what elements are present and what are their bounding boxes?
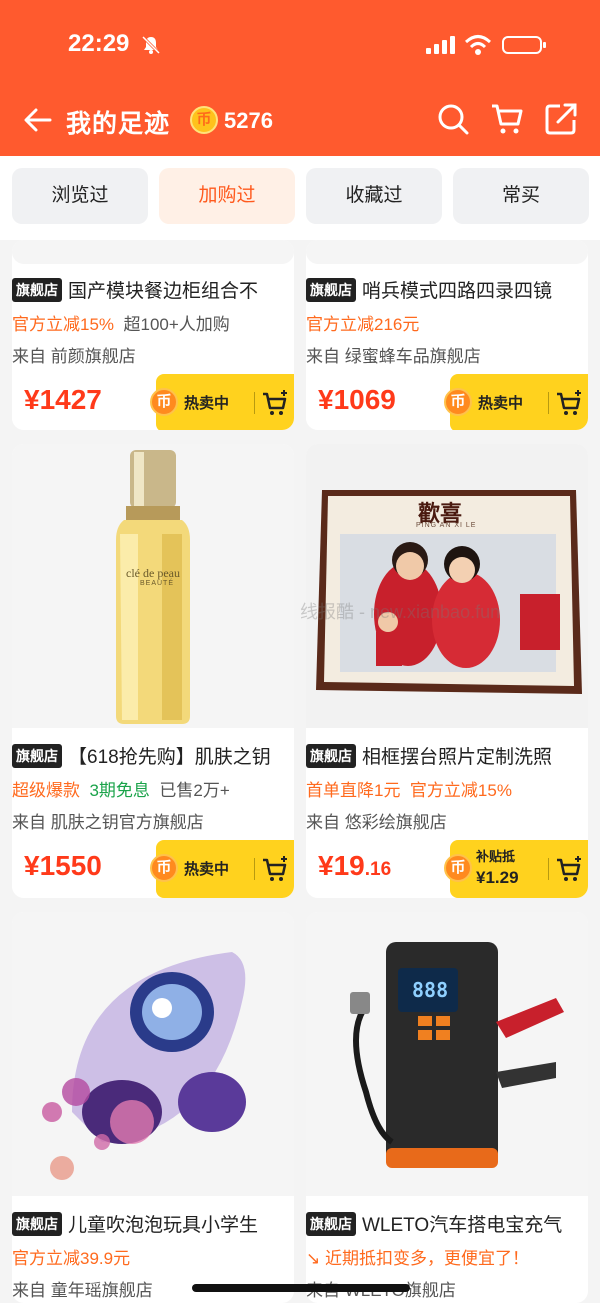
promo-line: 超级爆款 3期免息 已售2万+	[12, 781, 230, 800]
tab-favorited[interactable]: 收藏过	[306, 168, 442, 224]
header: 22:29 我的足迹 币 5276	[0, 0, 600, 156]
store-badge: 旗舰店	[306, 278, 356, 302]
brand-label: clé de peau	[126, 566, 180, 580]
store-name[interactable]: 来自 绿蜜蜂车品旗舰店	[306, 342, 481, 367]
store-badge: 旗舰店	[12, 278, 62, 302]
product-title: 旗舰店 相框摆台照片定制洗照	[306, 742, 588, 769]
price-bar: ¥19.16 币 补贴抵 ¥1.29	[306, 840, 588, 898]
tab-added-to-cart[interactable]: 加购过	[159, 168, 295, 224]
watermark: 线报酷 - new.xianbao.fun	[300, 602, 501, 622]
promo-line: 官方立减15% 超100+人加购	[12, 315, 230, 334]
search-icon[interactable]	[436, 102, 470, 136]
promo-line: 官方立减216元	[306, 315, 420, 334]
product-image	[12, 912, 294, 1196]
add-to-cart-icon[interactable]	[260, 388, 290, 418]
brand-sub-label: BEAUTÉ	[140, 580, 175, 587]
product-title: 旗舰店 儿童吹泡泡玩具小学生	[12, 1210, 294, 1237]
product-image	[12, 240, 294, 264]
frame-subtitle: PING AN XI LE	[416, 522, 477, 529]
lcd-display: 888	[412, 978, 449, 1002]
price-bar: ¥1069 币 热卖中	[306, 374, 588, 430]
subsidy-value: ¥1.29	[476, 868, 519, 887]
home-indicator[interactable]	[192, 1284, 410, 1292]
product-card[interactable]: 歡喜 PING AN XI LE 旗舰店 相框摆台照片定制洗照 首单直降1元 官方…	[306, 444, 588, 898]
signal-icon	[426, 36, 455, 54]
status-bar: 22:29	[0, 28, 600, 64]
promo-line: ↘ 近期抵扣变多，更便宜了！	[306, 1249, 529, 1268]
store-name[interactable]: 来自 悠彩绘旗舰店	[306, 808, 447, 833]
share-icon[interactable]	[544, 102, 578, 136]
cart-icon[interactable]	[490, 102, 524, 136]
coin-icon: 币	[190, 106, 218, 134]
product-title: 旗舰店 WLETO汽车搭电宝充气	[306, 1210, 588, 1237]
hot-selling-button[interactable]: 币 热卖中	[444, 374, 588, 430]
page-title: 我的足迹	[66, 110, 171, 138]
subsidy-button[interactable]: 币 补贴抵 ¥1.29	[444, 840, 588, 898]
coin-icon: 币	[444, 854, 472, 882]
bubble-toy-image	[12, 912, 294, 1196]
coin-icon: 币	[444, 388, 472, 416]
product-card[interactable]: 旗舰店 哨兵模式四路四录四镜 官方立减216元 来自 绿蜜蜂车品旗舰店 ¥1069…	[306, 240, 588, 430]
product-card[interactable]: clé de peau BEAUTÉ 旗舰店 【618抢先购】肌肤之钥 超级爆款 …	[12, 444, 294, 898]
coin-icon: 币	[150, 854, 178, 882]
hot-selling-button[interactable]: 币 热卖中	[150, 840, 294, 898]
product-card[interactable]: 旗舰店 国产模块餐边柜组合不 官方立减15% 超100+人加购 来自 前颜旗舰店 …	[12, 240, 294, 430]
coin-icon: 币	[150, 388, 178, 416]
store-name[interactable]: 来自 童年瑶旗舰店	[12, 1276, 153, 1301]
store-badge: 旗舰店	[12, 1212, 62, 1236]
jump-starter-image	[306, 912, 588, 1196]
tab-frequently-bought[interactable]: 常买	[453, 168, 589, 224]
price-bar: ¥1550 币 热卖中	[12, 840, 294, 898]
promo-line: 官方立减39.9元	[12, 1249, 131, 1268]
tab-bar: 浏览过 加购过 收藏过 常买	[0, 156, 600, 240]
subsidy-label: 补贴抵	[476, 849, 516, 864]
price-bar: ¥1427 币 热卖中	[12, 374, 294, 430]
product-image: clé de peau BEAUTÉ	[12, 444, 294, 728]
nav-bar: 我的足迹 币 5276	[0, 96, 600, 144]
product-title: 旗舰店 【618抢先购】肌肤之钥	[12, 742, 294, 769]
product-title: 旗舰店 国产模块餐边柜组合不	[12, 276, 294, 303]
add-to-cart-icon[interactable]	[554, 854, 584, 884]
add-to-cart-icon[interactable]	[260, 854, 290, 884]
back-arrow-icon[interactable]	[22, 104, 54, 136]
price: ¥1069	[318, 384, 396, 415]
store-name[interactable]: 来自 肌肤之钥官方旗舰店	[12, 808, 204, 833]
product-image: 歡喜 PING AN XI LE	[306, 444, 588, 728]
status-time: 22:29	[68, 30, 130, 57]
product-image	[306, 240, 588, 264]
product-card[interactable]: 888 旗舰店WLETO汽车搭电宝充气 ↘ 近期抵扣变多，更便宜了！ 来自 WL…	[306, 912, 588, 1303]
price: ¥1550	[24, 850, 102, 881]
price: ¥19.16	[318, 850, 392, 881]
add-to-cart-icon[interactable]	[554, 388, 584, 418]
tab-viewed[interactable]: 浏览过	[12, 168, 148, 224]
bell-mute-icon	[141, 35, 161, 55]
wifi-icon	[464, 35, 492, 55]
store-name[interactable]: 来自 前颜旗舰店	[12, 342, 136, 367]
coin-count[interactable]: 5276	[224, 108, 273, 134]
promo-line: 首单直降1元 官方立减15%	[306, 781, 512, 800]
product-image: 888	[306, 912, 588, 1196]
price: ¥1427	[24, 384, 102, 415]
store-badge: 旗舰店	[306, 1212, 356, 1236]
product-card[interactable]: 旗舰店 儿童吹泡泡玩具小学生 官方立减39.9元 来自 童年瑶旗舰店	[12, 912, 294, 1303]
store-badge: 旗舰店	[306, 744, 356, 768]
product-title: 旗舰店 哨兵模式四路四录四镜	[306, 276, 588, 303]
photo-frame-image	[306, 444, 588, 728]
hot-selling-button[interactable]: 币 热卖中	[150, 374, 294, 430]
battery-icon	[502, 36, 546, 54]
store-badge: 旗舰店	[12, 744, 62, 768]
